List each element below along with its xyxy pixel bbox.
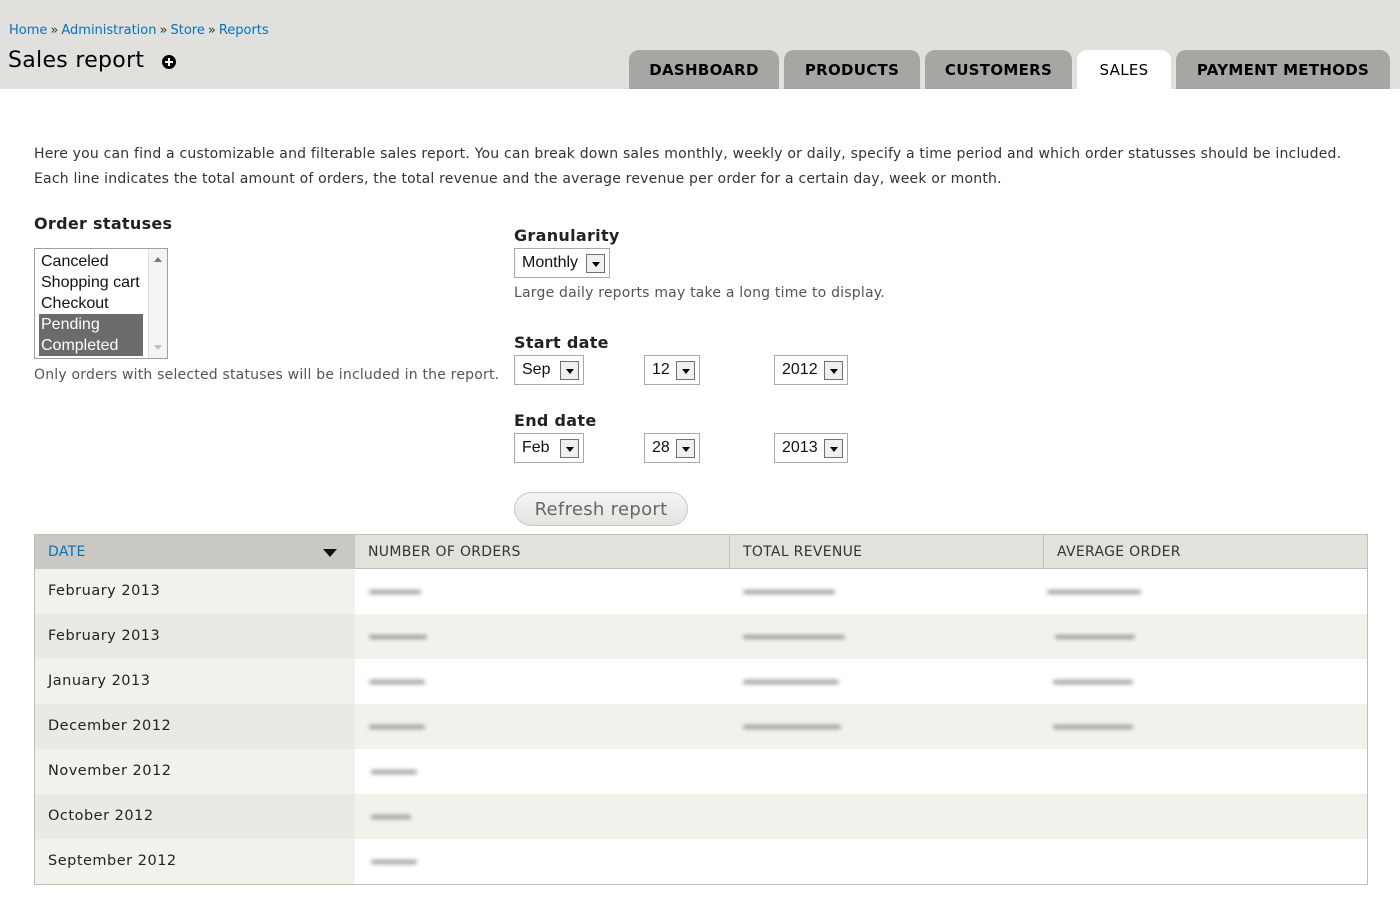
blurred-orders-value [369, 680, 425, 684]
start-month-value: Sep [522, 361, 551, 378]
intro-line-2: Each line indicates the total amount of … [34, 171, 1002, 187]
breadcrumb: Home» Administration» Store» Reports [9, 23, 269, 38]
dropdown-arrow-icon[interactable] [676, 361, 695, 380]
dropdown-arrow-icon[interactable] [824, 439, 843, 458]
status-option-shopping-cart[interactable]: Shopping cart [39, 272, 143, 293]
date-cell: December 2012 [35, 704, 355, 749]
table-row: January 2013 [35, 659, 1367, 704]
status-option-completed[interactable]: Completed [39, 335, 143, 356]
blurred-orders-value [371, 770, 417, 774]
status-option-checkout[interactable]: Checkout [39, 293, 143, 314]
intro-line-1: Here you can find a customizable and fil… [34, 146, 1342, 162]
breadcrumb-separator: » [159, 23, 168, 38]
sales-report-table: DATE NUMBER OF ORDERS TOTAL REVENUE AVER… [34, 534, 1368, 885]
end-date-label: End date [514, 411, 597, 430]
table-row: February 2013 [35, 569, 1367, 614]
start-day-select[interactable]: 12 [644, 355, 700, 385]
tab-dashboard[interactable]: DASHBOARD [629, 50, 779, 89]
end-day-value: 28 [652, 439, 670, 456]
granularity-value: Monthly [522, 254, 579, 271]
end-day-select[interactable]: 28 [644, 433, 700, 463]
blurred-orders-value [369, 635, 427, 639]
column-header-revenue[interactable]: TOTAL REVENUE [729, 535, 1043, 569]
listbox-scrollbar[interactable] [148, 249, 167, 358]
table-row: November 2012 [35, 749, 1367, 794]
status-option-pending[interactable]: Pending [39, 314, 143, 335]
order-statuses-description: Only orders with selected statuses will … [34, 367, 500, 383]
start-month-select[interactable]: Sep [514, 355, 584, 385]
breadcrumb-reports[interactable]: Reports [219, 23, 269, 38]
blurred-average-value [1055, 635, 1135, 639]
dropdown-arrow-icon[interactable] [824, 361, 843, 380]
table-row: September 2012 [35, 839, 1367, 884]
start-date-label: Start date [514, 333, 609, 352]
breadcrumb-store[interactable]: Store [170, 23, 204, 38]
breadcrumb-home[interactable]: Home [9, 23, 47, 38]
breadcrumb-separator: » [50, 23, 59, 38]
page-header: Home» Administration» Store» Reports Sales … [0, 0, 1400, 89]
order-statuses-listbox[interactable]: Canceled Shopping cart Checkout Pending … [34, 248, 168, 359]
end-year-select[interactable]: 2013 [774, 433, 848, 463]
blurred-orders-value [369, 590, 421, 594]
column-header-date-label: DATE [48, 544, 86, 560]
column-header-average[interactable]: AVERAGE ORDER [1043, 535, 1367, 569]
dropdown-arrow-icon[interactable] [676, 439, 695, 458]
blurred-average-value [1053, 680, 1133, 684]
tab-products[interactable]: PRODUCTS [784, 50, 920, 89]
blurred-orders-value [371, 860, 417, 864]
tab-payment-methods[interactable]: PAYMENT METHODS [1176, 50, 1390, 89]
blurred-average-value [1053, 725, 1133, 729]
date-cell: November 2012 [35, 749, 355, 794]
page-title-wrap: Sales report [8, 48, 177, 73]
add-shortcut-icon[interactable] [162, 55, 177, 69]
blurred-orders-value [371, 815, 411, 819]
status-option-canceled[interactable]: Canceled [39, 251, 143, 272]
granularity-description: Large daily reports may take a long time… [514, 285, 885, 301]
breadcrumb-separator: » [207, 23, 216, 38]
table-row: October 2012 [35, 794, 1367, 839]
breadcrumb-administration[interactable]: Administration [61, 23, 156, 38]
table-row: December 2012 [35, 704, 1367, 749]
table-header: DATE NUMBER OF ORDERS TOTAL REVENUE AVER… [35, 535, 1367, 569]
start-year-value: 2012 [782, 361, 818, 378]
end-month-value: Feb [522, 439, 550, 456]
date-cell: February 2013 [35, 569, 355, 614]
table-row: February 2013 [35, 614, 1367, 659]
granularity-select[interactable]: Monthly [514, 248, 610, 278]
tab-customers[interactable]: CUSTOMERS [925, 50, 1072, 89]
order-statuses-label: Order statuses [34, 214, 173, 233]
dropdown-arrow-icon[interactable] [560, 439, 579, 458]
refresh-report-button[interactable]: Refresh report [514, 492, 688, 526]
dropdown-arrow-icon[interactable] [560, 361, 579, 380]
blurred-average-value [1047, 590, 1141, 594]
end-year-value: 2013 [782, 439, 818, 456]
granularity-label: Granularity [514, 226, 620, 245]
blurred-orders-value [369, 725, 425, 729]
page-title: Sales report [8, 48, 145, 73]
date-cell: September 2012 [35, 839, 355, 884]
blurred-revenue-value [743, 680, 839, 684]
scroll-up-icon[interactable] [154, 257, 162, 262]
column-header-orders[interactable]: NUMBER OF ORDERS [355, 535, 729, 569]
blurred-revenue-value [743, 590, 835, 594]
dropdown-arrow-icon[interactable] [586, 254, 605, 273]
blurred-revenue-value [743, 635, 845, 639]
sort-descending-icon [323, 549, 337, 557]
column-header-date[interactable]: DATE [35, 535, 355, 569]
date-cell: October 2012 [35, 794, 355, 839]
start-year-select[interactable]: 2012 [774, 355, 848, 385]
blurred-revenue-value [743, 725, 841, 729]
scroll-down-icon[interactable] [154, 345, 162, 350]
date-cell: February 2013 [35, 614, 355, 659]
date-cell: January 2013 [35, 659, 355, 704]
tab-sales[interactable]: SALES [1077, 50, 1171, 89]
end-month-select[interactable]: Feb [514, 433, 584, 463]
start-day-value: 12 [652, 361, 670, 378]
intro-text: Here you can find a customizable and fil… [34, 142, 1374, 192]
